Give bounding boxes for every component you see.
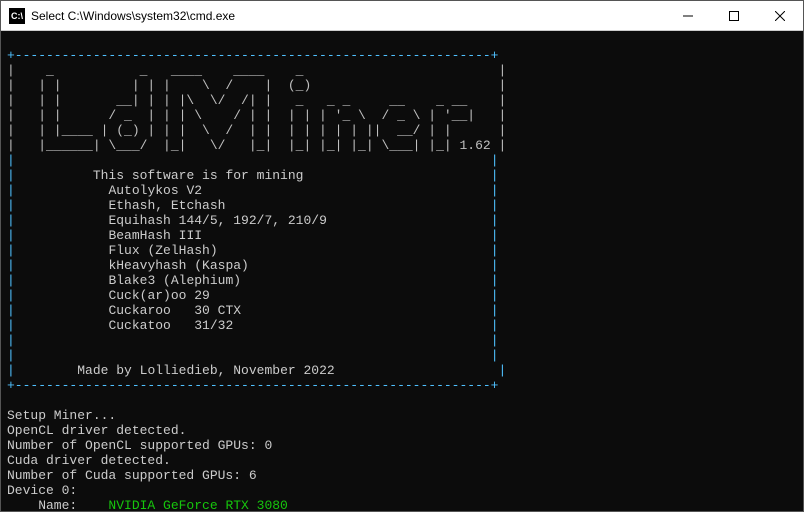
banner-side: | [491,318,499,333]
algo-line: Flux (ZelHash) [108,243,217,258]
banner-side: | [499,363,507,378]
banner-side: | [7,273,15,288]
banner-side: | [7,303,15,318]
banner-side: | [491,288,499,303]
ascii-logo-line: | |______| \___/ |_| \/ |_| |_| |_| |_| … [7,138,506,153]
banner-side: | [7,288,15,303]
banner-side: | [7,258,15,273]
banner-side: | [7,333,15,348]
close-button[interactable] [757,1,803,30]
window-title: Select C:\Windows\system32\cmd.exe [31,9,665,23]
banner-side: | [491,333,499,348]
banner-side: | [491,243,499,258]
ascii-logo-line: | | | | | | \ / | (_) | [7,78,506,93]
log-line: Number of Cuda supported GPUs: 6 [7,468,257,483]
window-titlebar: C:\ Select C:\Windows\system32\cmd.exe [1,1,803,31]
gpu-name-label: Name: [7,498,108,511]
banner-side: | [7,198,15,213]
banner-credit: Made by Lolliedieb, November 2022 [77,363,334,378]
algo-line: Cuckatoo 31/32 [108,318,233,333]
banner-side: | [7,348,15,363]
banner-side: | [7,183,15,198]
gpu-name-value: NVIDIA GeForce RTX 3080 [108,498,287,511]
ascii-logo-line: | | |____ | (_) | | | \ / | | | | | | | … [7,123,506,138]
banner-side: | [491,228,499,243]
banner-side: | [7,243,15,258]
log-line: Cuda driver detected. [7,453,171,468]
banner-side: | [7,363,15,378]
banner-side: | [491,273,499,288]
banner-side: | [7,318,15,333]
banner-side: | [7,153,15,168]
banner-side: | [491,183,499,198]
banner-border-top: +---------------------------------------… [7,48,498,63]
banner-side: | [7,168,15,183]
log-line: Setup Miner... [7,408,116,423]
algo-line: Autolykos V2 [108,183,202,198]
algo-line: Equihash 144/5, 192/7, 210/9 [108,213,326,228]
banner-side: | [7,213,15,228]
minimize-button[interactable] [665,1,711,30]
banner-side: | [491,168,499,183]
banner-side: | [7,228,15,243]
terminal-output[interactable]: +---------------------------------------… [1,31,803,511]
banner-side: | [491,153,499,168]
banner-side: | [491,198,499,213]
log-line: OpenCL driver detected. [7,423,186,438]
algo-line: kHeavyhash (Kaspa) [108,258,248,273]
banner-side: | [491,213,499,228]
banner-border-bottom: +---------------------------------------… [7,378,498,393]
banner-side: | [491,303,499,318]
maximize-icon [729,11,739,21]
close-icon [775,11,785,21]
algo-line: BeamHash III [108,228,202,243]
maximize-button[interactable] [711,1,757,30]
log-line: Number of OpenCL supported GPUs: 0 [7,438,272,453]
window-controls [665,1,803,30]
algo-line: Cuck(ar)oo 29 [108,288,209,303]
algo-line: Ethash, Etchash [108,198,225,213]
algo-line: Cuckaroo 30 CTX [108,303,241,318]
ascii-logo-line: | | | / _ | | | \ / | | | | | '_ \ / _ \… [7,108,506,123]
ascii-logo-line: | | | __| | | |\ \/ /| | _ _ _ __ _ __ | [7,93,506,108]
minimize-icon [683,11,693,21]
banner-side: | [491,348,499,363]
algo-line: Blake3 (Alephium) [108,273,241,288]
banner-side: | [491,258,499,273]
ascii-logo-line: | _ _ ____ ____ _ | [7,63,506,78]
cmd-icon: C:\ [9,8,25,24]
log-line: Device 0: [7,483,77,498]
intro-header: This software is for mining [93,168,304,183]
